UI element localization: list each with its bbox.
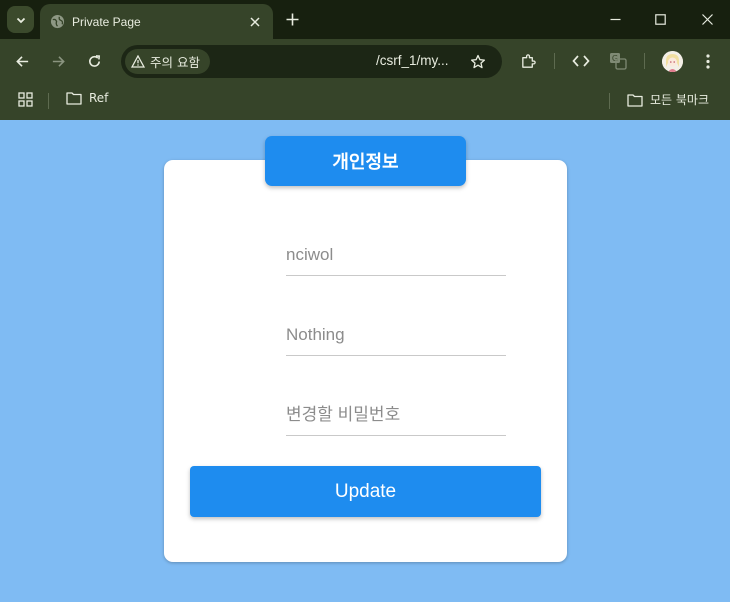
bookmarks-divider [48, 93, 49, 109]
new-tab-icon[interactable] [282, 9, 302, 29]
close-window-icon[interactable] [694, 7, 720, 31]
update-button[interactable]: Update [190, 466, 541, 517]
security-chip-label: 주의 요함 [150, 55, 200, 70]
bookmark-folder-ref[interactable]: Ref [66, 91, 108, 105]
apps-grid-icon[interactable] [18, 92, 33, 107]
browser-tab[interactable]: Private Page [40, 4, 273, 39]
translate-icon[interactable]: G [607, 50, 629, 72]
forward-arrow-icon[interactable] [47, 50, 69, 72]
more-menu-icon[interactable] [697, 50, 719, 72]
tab-search-button[interactable] [7, 6, 34, 33]
all-bookmarks-button[interactable]: 모든 북마크 [627, 91, 709, 108]
page-title: 개인정보 [265, 136, 466, 186]
bookmark-folder-label: Ref [89, 91, 109, 105]
reload-icon[interactable] [83, 50, 105, 72]
info-input[interactable] [286, 314, 506, 356]
back-arrow-icon[interactable] [11, 50, 33, 72]
tab-title: Private Page [72, 14, 141, 29]
new-password-input[interactable] [286, 394, 506, 436]
globe-icon [49, 14, 65, 30]
address-bar[interactable]: 주의 요함 /csrf_1/my... [121, 45, 502, 78]
browser-titlebar: Private Page [0, 0, 730, 39]
all-bookmarks-label: 모든 북마크 [650, 93, 710, 107]
profile-avatar[interactable] [662, 51, 683, 72]
maximize-icon[interactable] [647, 7, 673, 31]
bookmark-star-icon[interactable] [468, 52, 488, 72]
username-input[interactable] [286, 234, 506, 276]
extensions-puzzle-icon[interactable] [517, 50, 539, 72]
code-brackets-icon[interactable] [570, 50, 592, 72]
toolbar-divider [644, 53, 645, 69]
folder-icon [66, 92, 82, 105]
toolbar-divider [554, 53, 555, 69]
minimize-icon[interactable] [602, 7, 628, 31]
folder-icon [627, 93, 643, 107]
chevron-down-icon [16, 17, 25, 23]
tab-close-icon[interactable] [245, 12, 265, 32]
security-warning-chip[interactable]: 주의 요함 [125, 49, 210, 74]
bookmarks-divider [609, 93, 610, 109]
warning-triangle-icon [131, 55, 145, 68]
bookmarks-bar: Ref 모든 북마크 [0, 83, 730, 120]
url-text[interactable]: /csrf_1/my... [376, 53, 449, 68]
browser-toolbar: 주의 요함 /csrf_1/my... G [0, 39, 730, 83]
